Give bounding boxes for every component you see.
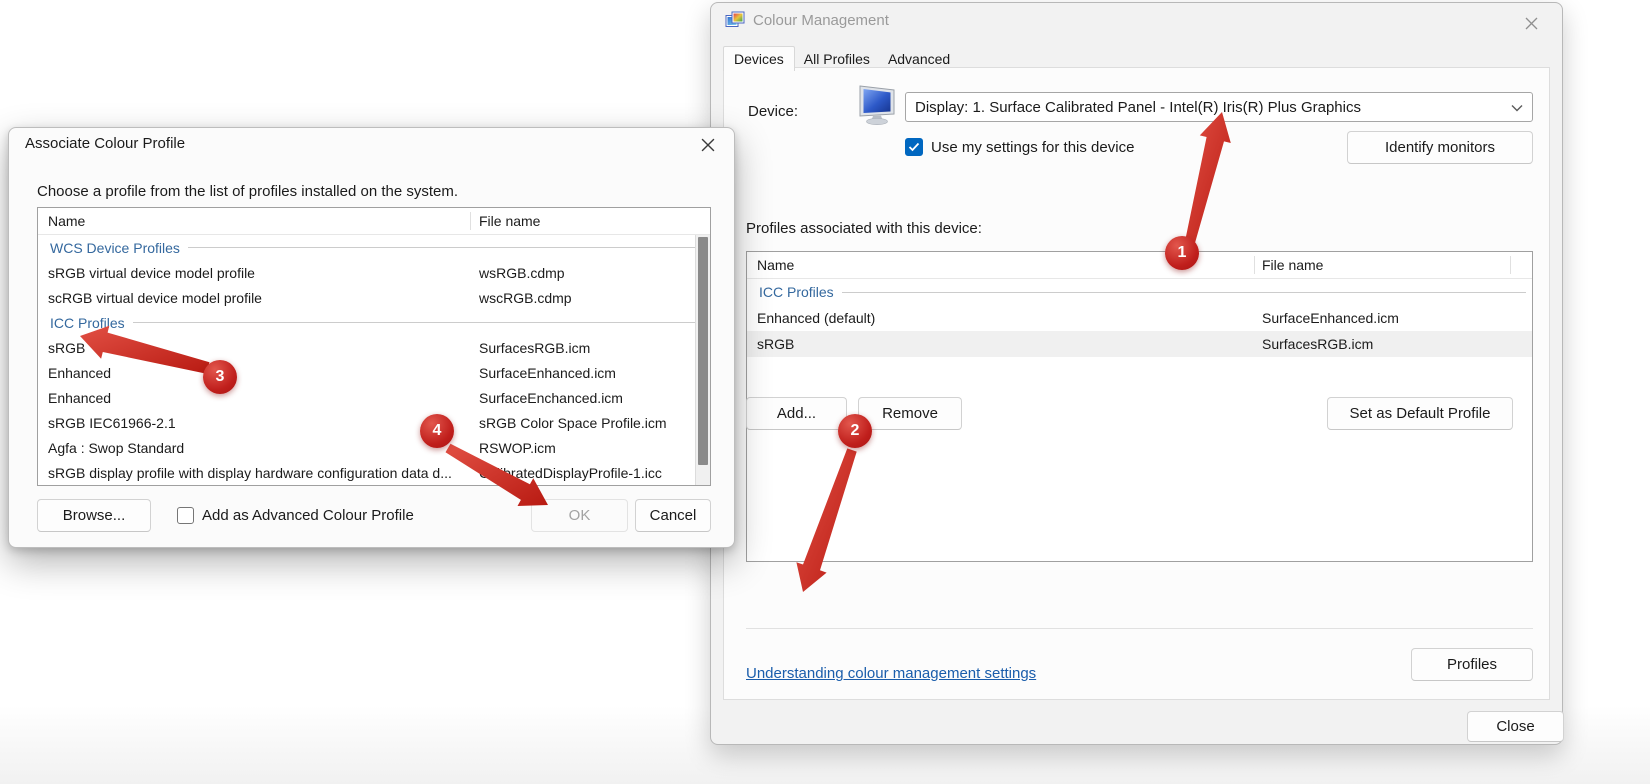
column-header-name[interactable]: Name	[747, 257, 794, 273]
profile-row[interactable]: Enhanced (default) SurfaceEnhanced.icm	[747, 305, 1532, 331]
profile-row[interactable]: sRGB IEC61966-2.1 sRGB Color Space Profi…	[38, 410, 710, 435]
profile-row[interactable]: sRGB virtual device model profile wsRGB.…	[38, 260, 710, 285]
desktop: Colour Management Devices All Profiles A…	[0, 0, 1650, 784]
cancel-button[interactable]: Cancel	[635, 499, 711, 532]
column-divider[interactable]	[470, 212, 471, 230]
colour-management-window: Colour Management Devices All Profiles A…	[710, 2, 1563, 745]
column-header-file-name[interactable]: File name	[479, 213, 540, 229]
remove-button[interactable]: Remove	[858, 397, 962, 430]
group-divider-line	[188, 247, 704, 248]
group-header-wcs-device-profiles: WCS Device Profiles	[38, 235, 710, 260]
dialog-title: Associate Colour Profile	[25, 135, 185, 152]
device-label: Device:	[748, 103, 798, 120]
browse-button[interactable]: Browse...	[37, 499, 151, 532]
advanced-profile-checkbox-row: Add as Advanced Colour Profile	[177, 507, 414, 524]
scrollbar-thumb[interactable]	[698, 237, 708, 465]
column-header-name[interactable]: Name	[38, 213, 85, 229]
tab-all-profiles[interactable]: All Profiles	[795, 48, 879, 70]
identify-monitors-button[interactable]: Identify monitors	[1347, 131, 1533, 164]
separator-line	[746, 628, 1533, 629]
profile-row-selected[interactable]: sRGB SurfacesRGB.icm	[747, 331, 1532, 357]
list-header[interactable]: Name File name	[38, 208, 710, 235]
vertical-scrollbar[interactable]	[695, 235, 710, 485]
colour-management-icon	[725, 11, 745, 29]
profile-row[interactable]: sRGB display profile with display hardwa…	[38, 460, 710, 485]
devices-tab-panel: Device: Display: 1. Surface Calibrated P…	[723, 67, 1550, 700]
use-settings-checkbox[interactable]	[905, 138, 923, 156]
add-as-advanced-label: Add as Advanced Colour Profile	[202, 507, 414, 524]
group-header-icc-profiles: ICC Profiles	[38, 310, 710, 335]
column-header-file-name[interactable]: File name	[1262, 257, 1323, 273]
group-divider-line	[842, 292, 1526, 293]
profiles-button[interactable]: Profiles	[1411, 648, 1533, 681]
associate-colour-profile-dialog: Associate Colour Profile Choose a profil…	[8, 127, 735, 548]
window-title: Colour Management	[753, 12, 889, 29]
tab-strip: Devices All Profiles Advanced	[723, 45, 959, 70]
title-bar[interactable]: Colour Management	[711, 3, 1562, 43]
add-button[interactable]: Add...	[746, 397, 847, 430]
close-icon[interactable]	[1518, 11, 1544, 35]
add-as-advanced-checkbox[interactable]	[177, 507, 194, 524]
group-header-icc-profiles: ICC Profiles	[747, 279, 1532, 305]
tab-devices[interactable]: Devices	[723, 46, 795, 71]
list-header[interactable]: Name File name	[747, 252, 1532, 279]
installed-profiles-list[interactable]: Name File name WCS Device Profiles sRGB …	[37, 207, 711, 486]
use-settings-label: Use my settings for this device	[931, 139, 1134, 156]
profile-row[interactable]: Agfa : Swop Standard RSWOP.icm	[38, 435, 710, 460]
profile-row[interactable]: sRGB SurfacesRGB.icm	[38, 335, 710, 360]
tab-advanced[interactable]: Advanced	[879, 48, 959, 70]
group-divider-line	[133, 322, 704, 323]
check-icon	[908, 142, 920, 152]
use-settings-checkbox-row: Use my settings for this device	[905, 138, 1134, 156]
understanding-colour-management-link[interactable]: Understanding colour management settings	[746, 665, 1036, 682]
monitor-icon	[855, 84, 899, 126]
close-button[interactable]: Close	[1467, 711, 1564, 742]
profile-row[interactable]: Enhanced SurfaceEnchanced.icm	[38, 385, 710, 410]
dialog-description: Choose a profile from the list of profil…	[37, 183, 458, 200]
set-as-default-profile-button[interactable]: Set as Default Profile	[1327, 397, 1513, 430]
column-divider[interactable]	[1254, 256, 1255, 274]
profile-row[interactable]: Enhanced SurfaceEnhanced.icm	[38, 360, 710, 385]
device-dropdown-value: Display: 1. Surface Calibrated Panel - I…	[915, 99, 1361, 116]
close-icon[interactable]	[695, 133, 721, 157]
device-dropdown[interactable]: Display: 1. Surface Calibrated Panel - I…	[905, 92, 1533, 122]
profile-row[interactable]: scRGB virtual device model profile wscRG…	[38, 285, 710, 310]
column-divider[interactable]	[1510, 256, 1511, 274]
profiles-associated-label: Profiles associated with this device:	[746, 220, 982, 237]
chevron-down-icon	[1511, 104, 1523, 112]
ok-button[interactable]: OK	[531, 499, 628, 532]
